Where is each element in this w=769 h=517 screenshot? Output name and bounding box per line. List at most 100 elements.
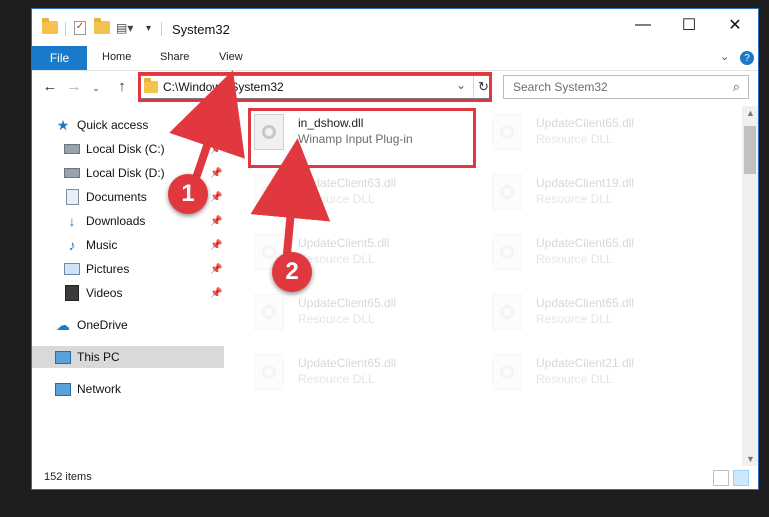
music-icon: ♪ [68, 237, 76, 253]
pin-icon[interactable]: 📌 [210, 168, 222, 179]
file-item[interactable]: UpdateClient65.dll Resource DLL [232, 288, 462, 338]
tab-file[interactable]: File [32, 46, 87, 70]
sidebar-item-label: Pictures [86, 262, 130, 276]
new-folder-icon[interactable] [94, 18, 110, 39]
file-name: UpdateClient65.dll [536, 116, 635, 130]
file-type: Resource DLL [536, 252, 613, 266]
download-icon: ↓ [68, 213, 76, 229]
file-highlight [248, 108, 476, 168]
up-arrow-icon[interactable]: ↑ [112, 78, 132, 95]
close-button[interactable]: ✕ [712, 9, 758, 41]
separator [65, 22, 66, 36]
file-type: Resource DLL [298, 312, 375, 326]
file-name: UpdateClient63.dll [298, 176, 397, 190]
sidebar-item-label: Quick access [77, 118, 149, 132]
search-placeholder[interactable]: Search System32 [513, 80, 608, 94]
details-view-icon[interactable] [713, 470, 729, 486]
pin-icon[interactable]: 📌 [210, 216, 222, 227]
gear-file-icon [492, 114, 522, 150]
drive-icon [64, 166, 80, 180]
tab-home[interactable]: Home [102, 51, 131, 63]
sidebar-item-label: Local Disk (C:) [86, 142, 165, 156]
cloud-icon: ☁ [56, 316, 70, 333]
file-name: UpdateClient65.dll [536, 236, 635, 250]
file-type: Resource DLL [536, 132, 613, 146]
status-bar: 152 items [32, 468, 758, 489]
sidebar-item-label: This PC [77, 350, 120, 364]
minimize-button[interactable]: — [620, 9, 666, 41]
sidebar-item-label: Videos [86, 286, 123, 300]
sidebar-item-network[interactable]: Network [32, 378, 224, 400]
file-name: UpdateClient5.dll [298, 236, 390, 250]
file-item[interactable]: UpdateClient65.dll Resource DLL [470, 288, 700, 338]
gear-file-icon [492, 294, 522, 330]
file-name: UpdateClient65.dll [298, 296, 397, 310]
scroll-down-icon[interactable]: ▼ [746, 454, 755, 464]
network-icon [55, 382, 71, 396]
forward-arrow-icon[interactable]: → [64, 78, 84, 95]
gear-file-icon [254, 174, 284, 210]
videos-icon [64, 285, 80, 301]
sidebar-item-label: Music [86, 238, 118, 252]
properties-icon[interactable]: ✓ [74, 21, 86, 35]
search-icon[interactable]: ⌕ [733, 79, 740, 95]
sidebar-item-label: Local Disk (D:) [86, 166, 165, 180]
sidebar-item-downloads[interactable]: ↓ Downloads 📌 [32, 210, 224, 232]
gear-file-icon [492, 234, 522, 270]
file-name: UpdateClient65.dll [298, 356, 397, 370]
sidebar-item-label: Network [77, 382, 122, 396]
search-box[interactable]: Search System32 ⌕ [503, 75, 749, 99]
step-2-badge: 2 [272, 252, 312, 292]
file-item[interactable]: UpdateClient65.dll Resource DLL [232, 348, 462, 398]
maximize-button[interactable]: ☐ [666, 9, 712, 41]
pin-icon[interactable]: 📌 [210, 240, 222, 251]
sidebar-item-videos[interactable]: Videos 📌 [32, 282, 224, 304]
file-item[interactable]: UpdateClient21.dll Resource DLL [470, 348, 700, 398]
file-type: Resource DLL [298, 372, 375, 386]
pin-icon[interactable]: 📌 [210, 264, 222, 275]
file-type: Resource DLL [536, 312, 613, 326]
tab-share[interactable]: Share [160, 51, 189, 63]
computer-icon [55, 350, 71, 364]
gear-file-icon [492, 354, 522, 390]
file-item[interactable]: UpdateClient5.dll Resource DLL [232, 228, 462, 278]
expand-ribbon-icon[interactable]: ⌄ [720, 50, 729, 63]
scrollbar-thumb[interactable] [744, 126, 756, 174]
file-item[interactable]: UpdateClient65.dll Resource DLL [470, 108, 700, 158]
sidebar-item-pictures[interactable]: Pictures 📌 [32, 258, 224, 280]
pin-icon[interactable]: 📌 [210, 192, 222, 203]
vertical-scrollbar[interactable]: ▲ ▼ [742, 106, 758, 466]
sidebar-item-music[interactable]: ♪ Music 📌 [32, 234, 224, 256]
address-bar-highlight [138, 72, 492, 102]
file-item[interactable]: UpdateClient19.dll Resource DLL [470, 168, 700, 218]
sidebar-item-label: OneDrive [77, 318, 128, 332]
back-arrow-icon[interactable]: ← [40, 78, 60, 95]
sidebar-item-this-pc[interactable]: This PC [32, 346, 224, 368]
quick-access-dropdown-icon[interactable]: ▾ [146, 23, 151, 41]
step-1-badge: 1 [168, 174, 208, 214]
help-icon[interactable]: ? [740, 51, 754, 65]
customize-toolbar-icon[interactable]: ▤▾ [116, 21, 133, 39]
pin-icon[interactable]: 📌 [210, 144, 222, 155]
folder-icon [42, 18, 58, 39]
file-name: UpdateClient21.dll [536, 356, 635, 370]
item-count: 152 items [44, 471, 92, 483]
sidebar-item-local-disk-c[interactable]: Local Disk (C:) 📌 [32, 138, 224, 160]
file-name: UpdateClient19.dll [536, 176, 635, 190]
sidebar-item-quick-access[interactable]: ★ Quick access [32, 114, 224, 136]
pin-icon[interactable]: 📌 [210, 288, 222, 299]
file-item[interactable]: UpdateClient63.dll Resource DLL [232, 168, 462, 218]
pictures-icon [64, 262, 80, 276]
star-icon: ★ [56, 116, 70, 133]
tab-view[interactable]: View [219, 51, 243, 63]
sidebar-item-onedrive[interactable]: ☁ OneDrive [32, 314, 224, 336]
ribbon: File Home Share View ⌄ ? [32, 46, 758, 71]
scroll-up-icon[interactable]: ▲ [746, 108, 755, 118]
separator [161, 22, 162, 36]
file-type: Resource DLL [298, 192, 375, 206]
file-item[interactable]: UpdateClient65.dll Resource DLL [470, 228, 700, 278]
large-icons-view-icon[interactable] [733, 470, 749, 486]
sidebar-item-label: Documents [86, 190, 147, 204]
gear-file-icon [492, 174, 522, 210]
recent-locations-chevron-icon[interactable]: ⌄ [86, 83, 106, 94]
